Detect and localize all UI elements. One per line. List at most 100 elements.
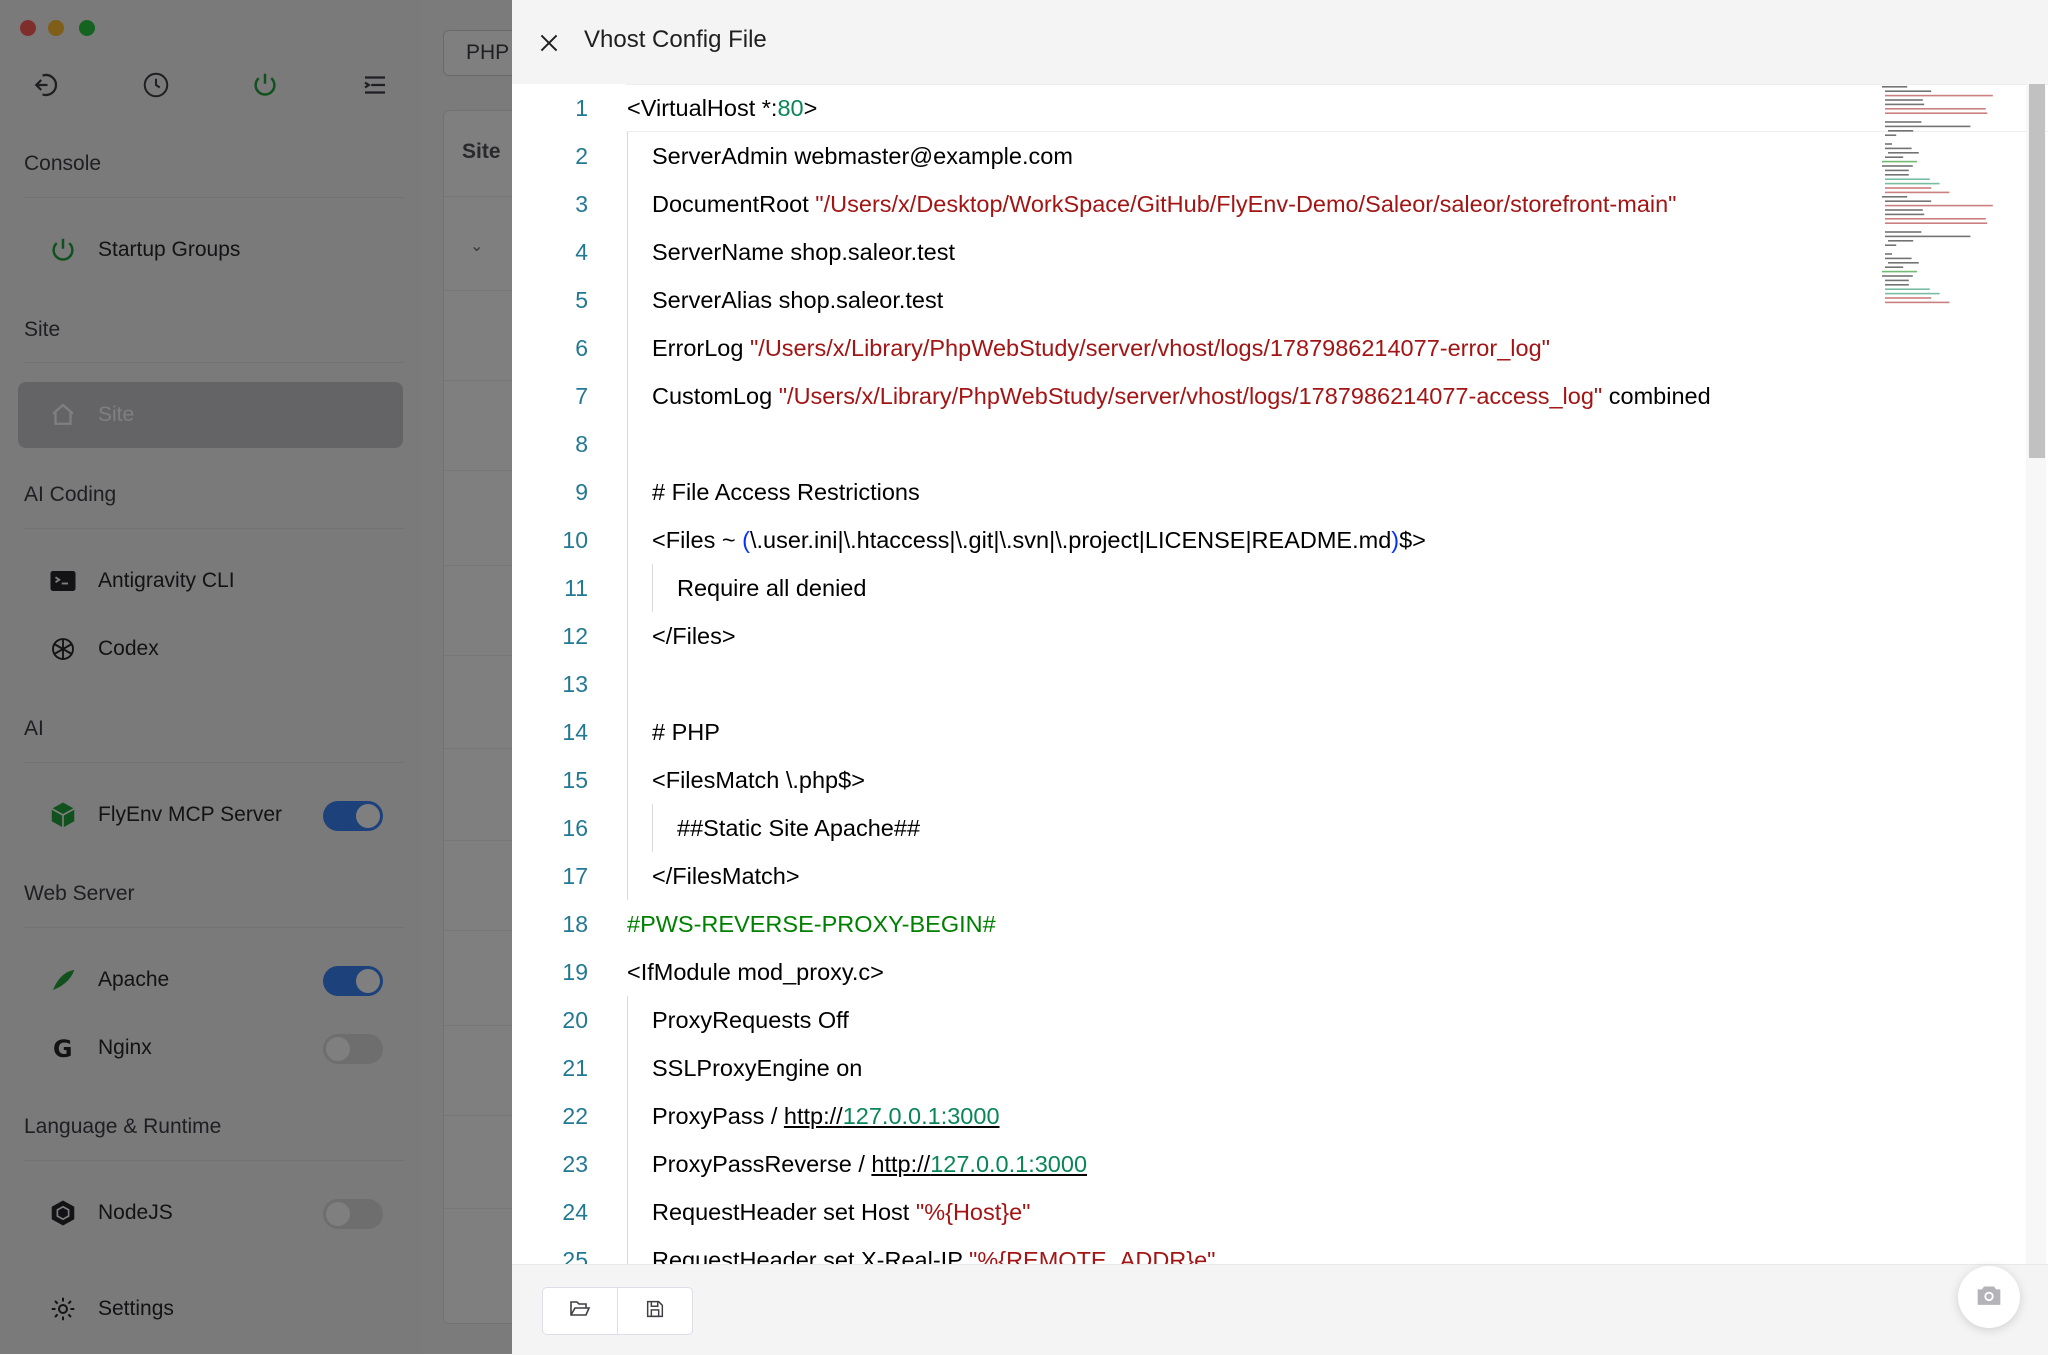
code-text: Require all denied [677,575,867,601]
code-text: RequestHeader set Host "%{Host}e" [652,1199,1031,1225]
minimap-line [1885,200,1932,202]
minimap-line [1885,231,1922,233]
minimap-line [1885,147,1912,150]
close-icon[interactable] [532,26,566,60]
line-number: 20 [562,1007,588,1033]
line-number: 23 [562,1151,588,1177]
code-line: 11 Require all denied [512,564,2048,612]
code-text: RequestHeader set X-Real-IP "%{REMOTE_AD… [652,1247,1216,1264]
code-text: ServerAdmin webmaster@example.com [652,143,1073,169]
code-text: ProxyRequests Off [652,1007,849,1033]
minimap-line [1885,156,1904,158]
minimap-line [1885,178,1930,180]
screenshot-button[interactable] [1958,1266,2020,1328]
editor-scrollbar-thumb[interactable] [2029,84,2045,458]
minimap-line [1885,279,1909,282]
minimap-line [1885,292,1940,295]
line-number: 2 [575,143,588,169]
code-line: 13 [512,660,2048,708]
code-text: SSLProxyEngine on [652,1055,863,1081]
line-number: 21 [562,1055,588,1081]
minimap-line [1885,174,1909,176]
minimap-line [1885,143,1892,145]
code-line: 10 <Files ~ (\.user.ini|\.htaccess|\.git… [512,516,2048,564]
minimap-line [1885,191,1950,194]
code-text: ProxyPassReverse / http://127.0.0.1:3000 [652,1151,1088,1177]
code-line: 22 ProxyPass / http://127.0.0.1:3000 [512,1092,2048,1140]
indent-guide [627,1092,628,1140]
code-text: <VirtualHost *:80> [627,95,818,121]
indent-guide [627,612,628,660]
code-line: 17 </FilesMatch> [512,852,2048,900]
code-line: 2 ServerAdmin webmaster@example.com [512,132,2048,180]
minimap-line [1885,94,1993,97]
code-minimap[interactable] [1880,84,2025,316]
code-line: 5 ServerAlias shop.saleor.test [512,276,2048,324]
drawer-header: Vhost Config File [512,0,2048,84]
minimap-line [1882,275,1913,277]
minimap-line [1885,301,1950,304]
minimap-line [1885,90,1932,92]
minimap-line [1885,103,1925,106]
indent-guide [627,372,628,420]
code-line: 16 ##Static Site Apache## [512,804,2048,852]
indent-guide [627,420,628,468]
minimap-line [1882,86,1908,88]
line-number: 4 [575,239,588,265]
line-number: 15 [562,767,588,793]
indent-guide [627,1188,628,1236]
minimap-line [1882,165,1913,167]
line-number: 5 [575,287,588,313]
code-text: <Files ~ (\.user.ini|\.htaccess|\.git|\.… [652,527,1426,553]
code-line: 18 #PWS-REVERSE-PROXY-BEGIN# [512,900,2048,948]
minimap-line [1882,270,1917,273]
minimap-line [1885,218,1986,220]
line-number: 14 [562,719,588,745]
code-text: #PWS-REVERSE-PROXY-BEGIN# [627,911,996,937]
minimap-line [1885,134,1897,136]
minimap-line [1885,121,1922,123]
code-line: 4 ServerName shop.saleor.test [512,228,2048,276]
indent-guide [627,564,628,612]
code-text: <IfModule mod_proxy.c> [627,959,884,985]
code-line: 20 ProxyRequests Off [512,996,2048,1044]
code-text: ServerName shop.saleor.test [652,239,956,265]
indent-guide [627,180,628,228]
line-number: 7 [575,383,588,409]
code-text: </Files> [652,623,736,649]
indent-guide [627,132,628,180]
code-line: 19 <IfModule mod_proxy.c> [512,948,2048,996]
minimap-line [1888,152,1919,154]
line-number: 25 [562,1247,588,1264]
indent-guide [627,996,628,1044]
indent-guide [627,1140,628,1188]
folder-open-icon [568,1297,592,1326]
code-line: 14 # PHP [512,708,2048,756]
code-line: 1 <VirtualHost *:80> [512,84,2048,132]
save-file-button[interactable] [617,1287,693,1335]
url-link[interactable]: http://127.0.0.1:3000 [784,1103,1000,1129]
drawer-footer [512,1264,2048,1355]
line-number: 9 [575,479,588,505]
code-text: <FilesMatch \.php$> [652,767,865,793]
minimap-line [1885,213,1925,216]
indent-guide [652,564,653,612]
save-icon [644,1298,666,1325]
vhost-config-drawer: Vhost Config File 1 <VirtualHost *:80> 2… [512,0,2048,1355]
code-line: 21 SSLProxyEngine on [512,1044,2048,1092]
indent-guide [627,468,628,516]
code-text: ProxyPass / http://127.0.0.1:3000 [652,1103,1000,1129]
minimap-line [1888,262,1919,264]
code-line: 9 # File Access Restrictions [512,468,2048,516]
url-link[interactable]: http://127.0.0.1:3000 [871,1151,1087,1177]
indent-guide [627,708,628,756]
code-editor[interactable]: 1 <VirtualHost *:80> 2 ServerAdmin webma… [512,84,2048,1264]
code-text: # PHP [652,719,720,745]
indent-guide [627,516,628,564]
minimap-line [1885,257,1912,260]
drawer-title: Vhost Config File [584,26,767,53]
code-line: 12 </Files> [512,612,2048,660]
code-text: DocumentRoot "/Users/x/Desktop/WorkSpace… [652,191,1677,217]
open-file-button[interactable] [542,1287,618,1335]
minimap-line [1885,187,1932,189]
